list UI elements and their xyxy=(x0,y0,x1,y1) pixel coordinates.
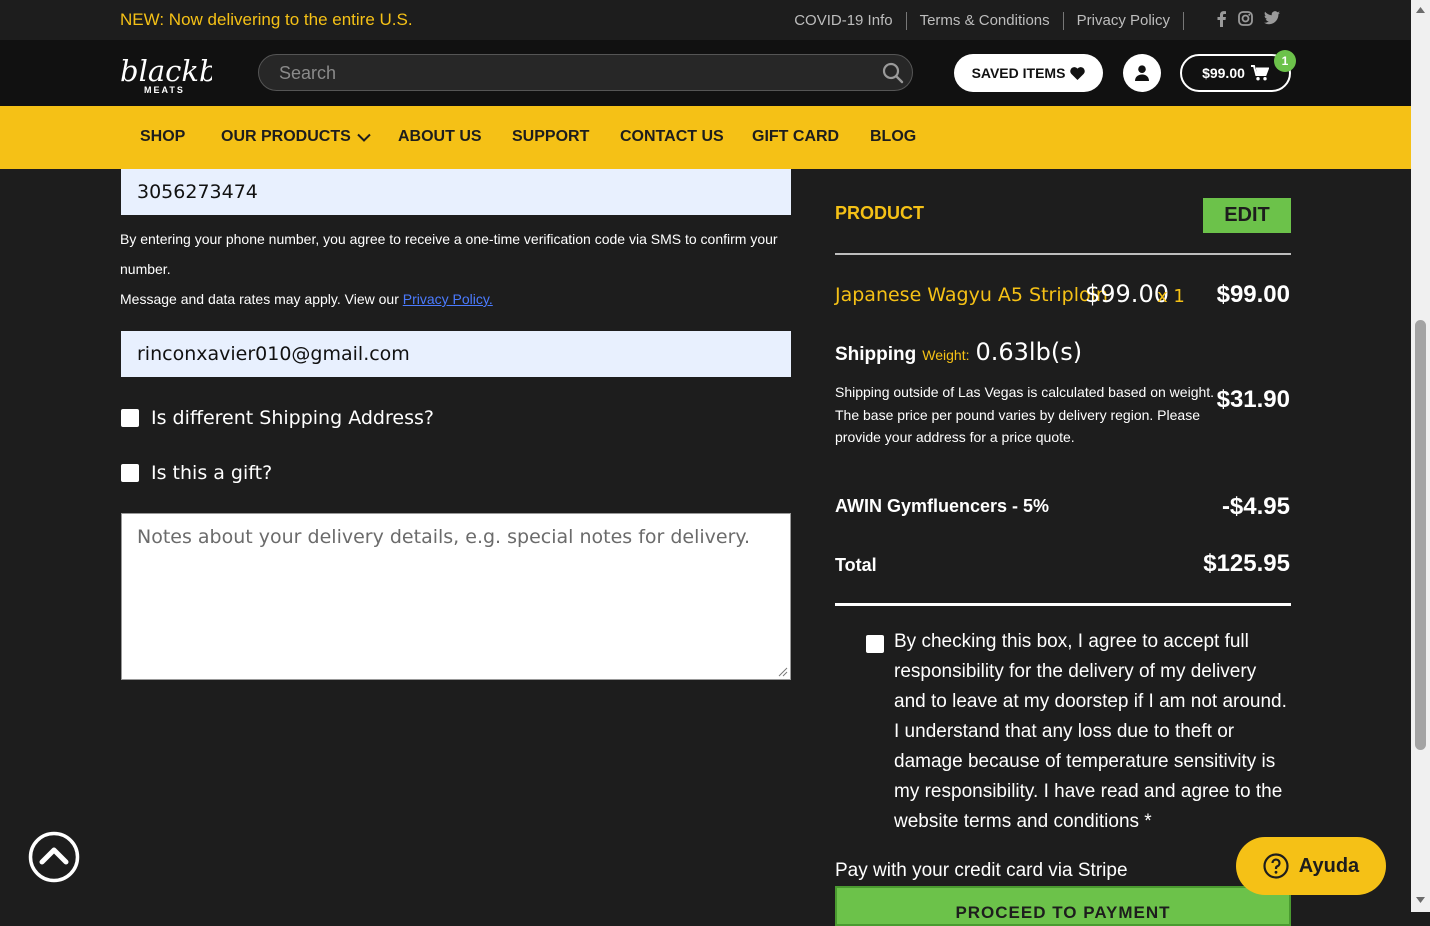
nav-blog-label: BLOG xyxy=(870,128,917,145)
cart-total: $99.00 xyxy=(1202,65,1245,81)
agreement-checkbox[interactable] xyxy=(866,635,884,653)
agreement-text[interactable]: By checking this box, I agree to accept … xyxy=(894,627,1290,837)
shipping-label: Shipping xyxy=(835,344,917,365)
nav-gift-card-label: GIFT CARD xyxy=(752,128,840,145)
question-icon xyxy=(1263,853,1289,879)
facebook-icon[interactable] xyxy=(1216,11,1227,27)
blackbox-logo[interactable]: blackbox MEATS xyxy=(120,48,251,98)
email-field[interactable]: rinconxavier010@gmail.com xyxy=(121,331,791,377)
nav-gift-card[interactable]: GIFT CARD xyxy=(752,128,839,146)
product-header: PRODUCT xyxy=(835,203,924,223)
item-quantity: x 1 xyxy=(1157,286,1185,307)
nav-our-products-label: OUR PRODUCTS xyxy=(221,128,351,145)
top-links: COVID-19 Info Terms & Conditions Privacy… xyxy=(781,12,1184,30)
privacy-policy-inline-link[interactable]: Privacy Policy. xyxy=(403,291,493,307)
gift-row: Is this a gift? xyxy=(121,462,272,484)
edit-button[interactable]: EDIT xyxy=(1203,198,1291,233)
main-nav: SHOP OUR PRODUCTS ABOUT US SUPPORT CONTA… xyxy=(0,106,1411,169)
nav-our-products[interactable]: OUR PRODUCTS xyxy=(221,128,371,146)
delivery-notes-textarea[interactable] xyxy=(122,514,790,679)
search-input[interactable] xyxy=(277,55,871,92)
different-shipping-row: Is different Shipping Address? xyxy=(121,407,434,429)
phone-consent-text: By entering your phone number, you agree… xyxy=(120,231,778,277)
delivery-notes xyxy=(121,513,791,680)
total-divider xyxy=(835,603,1291,606)
nav-contact-us[interactable]: CONTACT US xyxy=(620,128,724,146)
site-header: blackbox MEATS SAVED ITEMS $99.00 xyxy=(0,40,1411,106)
gift-label[interactable]: Is this a gift? xyxy=(151,462,272,484)
announcement-text: NEW: Now delivering to the entire U.S. xyxy=(120,10,413,29)
account-button[interactable] xyxy=(1123,54,1161,92)
privacy-policy-link[interactable]: Privacy Policy xyxy=(1062,12,1184,30)
help-button[interactable]: Ayuda xyxy=(1236,837,1386,895)
weight-value: 0.63lb(s) xyxy=(975,338,1083,366)
phone-field[interactable]: 3056273474 xyxy=(121,169,791,215)
weight-label: Weight: xyxy=(922,347,970,363)
delivery-agreement: By checking this box, I agree to accept … xyxy=(866,627,1290,837)
discount-label: AWIN Gymfluencers - 5% xyxy=(835,496,1050,516)
help-label: Ayuda xyxy=(1298,854,1360,877)
total-label: Total xyxy=(835,555,877,575)
gift-checkbox[interactable] xyxy=(121,464,139,482)
announcement-bar: NEW: Now delivering to the entire U.S. C… xyxy=(0,0,1411,40)
discount-value: -$4.95 xyxy=(1221,493,1290,520)
total-value: $125.95 xyxy=(1203,550,1290,577)
shipping-row: Shipping Weight: 0.63lb(s) xyxy=(835,338,1082,366)
nav-about-us-label: ABOUT US xyxy=(398,128,482,145)
resize-handle-icon[interactable] xyxy=(778,667,788,677)
cart-icon xyxy=(1250,65,1269,81)
terms-link[interactable]: Terms & Conditions xyxy=(905,12,1063,30)
nav-contact-us-label: CONTACT US xyxy=(620,128,724,145)
scroll-up-arrow-icon[interactable] xyxy=(1415,6,1426,14)
covid-info-link[interactable]: COVID-19 Info xyxy=(781,12,905,30)
shipping-price: $31.90 xyxy=(1216,386,1290,413)
shipping-note: Shipping outside of Las Vegas is calcula… xyxy=(835,384,1215,445)
cart-count-badge: 1 xyxy=(1274,50,1296,72)
item-name[interactable]: Japanese Wagyu A5 Striploin xyxy=(835,284,1108,306)
saved-items-button[interactable]: SAVED ITEMS xyxy=(954,54,1103,92)
proceed-to-payment-button[interactable]: PROCEED TO PAYMENT xyxy=(835,886,1291,926)
stripe-payment-label: Pay with your credit card via Stripe xyxy=(835,860,1128,881)
different-shipping-checkbox[interactable] xyxy=(121,409,139,427)
rates-label: Message and data rates may apply. View o… xyxy=(120,291,403,307)
heart-icon xyxy=(1070,66,1086,80)
back-to-top-icon[interactable] xyxy=(28,831,80,883)
page-scrollbar[interactable] xyxy=(1411,0,1430,912)
nav-support-label: SUPPORT xyxy=(512,128,590,145)
nav-shop-label: SHOP xyxy=(140,128,186,145)
twitter-icon[interactable] xyxy=(1264,11,1280,25)
instagram-icon[interactable] xyxy=(1238,11,1253,26)
item-total: $99.00 xyxy=(1216,281,1290,308)
social-links xyxy=(1216,11,1280,27)
saved-items-label: SAVED ITEMS xyxy=(971,65,1066,81)
logo-subtext: MEATS xyxy=(144,85,185,95)
search-bar xyxy=(258,54,913,92)
nav-support[interactable]: SUPPORT xyxy=(512,128,589,146)
nav-about-us[interactable]: ABOUT US xyxy=(398,128,482,146)
search-icon[interactable] xyxy=(882,62,904,84)
different-shipping-label[interactable]: Is different Shipping Address? xyxy=(151,407,434,429)
chevron-down-icon xyxy=(357,133,371,142)
scrollbar-thumb[interactable] xyxy=(1415,320,1426,750)
logo-text: blackbox xyxy=(120,54,212,88)
summary-divider xyxy=(835,253,1291,255)
nav-shop[interactable]: SHOP xyxy=(140,128,185,146)
user-icon xyxy=(1135,65,1149,81)
rates-text: Message and data rates may apply. View o… xyxy=(120,284,493,314)
scroll-down-arrow-icon[interactable] xyxy=(1415,896,1426,904)
nav-blog[interactable]: BLOG xyxy=(870,128,916,146)
